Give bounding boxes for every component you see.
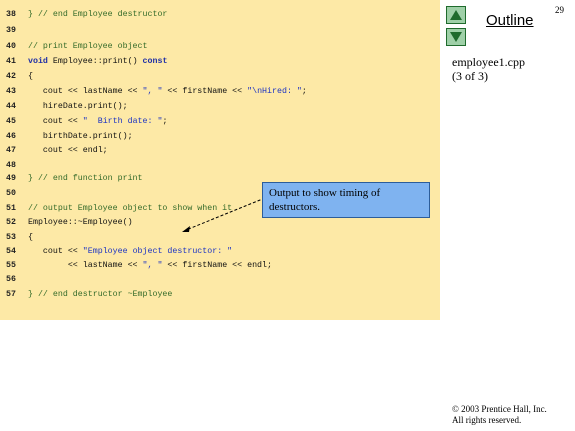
code-token: ; bbox=[162, 117, 168, 126]
line-number: 42 bbox=[6, 72, 16, 81]
code-line: 45 cout << " Birth date: "; bbox=[0, 115, 440, 129]
code-token: ; bbox=[301, 87, 307, 96]
code-line: 52 Employee::~Employee() bbox=[0, 216, 440, 230]
code-line: 43 cout << lastName << ", " << firstName… bbox=[0, 85, 440, 99]
triangle-up-icon bbox=[450, 10, 462, 20]
code-line: 46 birthDate.print(); bbox=[0, 130, 440, 144]
code-text: // print Employee object bbox=[28, 40, 148, 54]
line-number: 49 bbox=[6, 174, 16, 183]
slide-number: 29 bbox=[555, 5, 564, 15]
code-token: Employee::print() bbox=[47, 57, 143, 66]
callout-text: Output to show timing of destructors. bbox=[269, 187, 381, 213]
file-name: employee1.cpp bbox=[452, 55, 525, 69]
code-text: // output Employee object to show when i… bbox=[28, 202, 232, 216]
code-text: cout << " Birth date: "; bbox=[28, 115, 168, 129]
line-number: 46 bbox=[6, 132, 16, 141]
line-number: 54 bbox=[6, 247, 16, 256]
code-token: } // end Employee destructor bbox=[28, 10, 168, 19]
code-text: { bbox=[28, 70, 33, 84]
outline-title[interactable]: Outline bbox=[486, 12, 534, 29]
line-number: 51 bbox=[6, 204, 16, 213]
code-text: cout << "Employee object destructor: " bbox=[28, 245, 232, 259]
line-number: 43 bbox=[6, 87, 16, 96]
code-token: } // end destructor ~Employee bbox=[28, 290, 173, 299]
code-line: 55 << lastName << ", " << firstName << e… bbox=[0, 259, 440, 273]
code-line: 47 cout << endl; bbox=[0, 144, 440, 158]
code-token: { bbox=[28, 72, 33, 81]
line-number: 45 bbox=[6, 117, 16, 126]
code-text: } // end destructor ~Employee bbox=[28, 288, 172, 302]
code-text: Employee::~Employee() bbox=[28, 216, 133, 230]
code-text: } // end Employee destructor bbox=[28, 8, 167, 22]
code-text: void Employee::print() const bbox=[28, 55, 167, 69]
line-number: 53 bbox=[6, 233, 16, 242]
code-token: << firstName << endl; bbox=[162, 261, 272, 270]
line-number: 57 bbox=[6, 290, 16, 299]
code-token: cout << endl; bbox=[28, 146, 108, 155]
line-number: 44 bbox=[6, 102, 16, 111]
line-number: 39 bbox=[6, 26, 16, 35]
copyright: © 2003 Prentice Hall, Inc. All rights re… bbox=[452, 404, 547, 426]
code-token: << firstName << bbox=[162, 87, 248, 96]
code-panel: 38 } // end Employee destructor 39 40 // pri… bbox=[0, 0, 440, 320]
copyright-line-2: All rights reserved. bbox=[452, 415, 522, 425]
code-line: 57 } // end destructor ~Employee bbox=[0, 288, 440, 302]
code-token: cout << bbox=[28, 117, 83, 126]
code-line: 38 } // end Employee destructor bbox=[0, 8, 440, 22]
code-text: cout << endl; bbox=[28, 144, 108, 158]
code-token: } // end function print bbox=[28, 174, 143, 183]
code-text: cout << lastName << ", " << firstName <<… bbox=[28, 85, 307, 99]
code-line: 54 cout << "Employee object destructor: … bbox=[0, 245, 440, 259]
code-text: birthDate.print(); bbox=[28, 130, 133, 144]
code-text: << lastName << ", " << firstName << endl… bbox=[28, 259, 272, 273]
code-token: << lastName << bbox=[28, 261, 143, 270]
code-line: 44 hireDate.print(); bbox=[0, 100, 440, 114]
line-number: 40 bbox=[6, 42, 16, 51]
line-number: 56 bbox=[6, 275, 16, 284]
code-token: ", " bbox=[142, 87, 163, 96]
code-token: const bbox=[142, 57, 168, 66]
line-number: 38 bbox=[6, 10, 16, 19]
code-token: birthDate.print(); bbox=[28, 132, 133, 141]
line-number: 50 bbox=[6, 189, 16, 198]
code-text: hireDate.print(); bbox=[28, 100, 128, 114]
code-token: { bbox=[28, 233, 33, 242]
code-token: "Employee object destructor: " bbox=[82, 247, 233, 256]
triangle-down-icon bbox=[450, 32, 462, 42]
line-number: 55 bbox=[6, 261, 16, 270]
copyright-line-1: © 2003 Prentice Hall, Inc. bbox=[452, 404, 547, 414]
code-text: } // end function print bbox=[28, 172, 143, 186]
code-line: 40 // print Employee object bbox=[0, 40, 440, 54]
outline-up-button[interactable] bbox=[446, 6, 466, 24]
code-token: hireDate.print(); bbox=[28, 102, 128, 111]
code-token: " Birth date: " bbox=[82, 117, 163, 126]
line-number: 52 bbox=[6, 218, 16, 227]
code-line: 42 { bbox=[0, 70, 440, 84]
line-number: 48 bbox=[6, 161, 16, 170]
code-token: void bbox=[28, 57, 48, 66]
code-line: 56 bbox=[0, 273, 440, 287]
code-text: { bbox=[28, 231, 33, 245]
code-token: cout << lastName << bbox=[28, 87, 143, 96]
code-token: cout << bbox=[28, 247, 83, 256]
callout-box: Output to show timing of destructors. bbox=[262, 182, 430, 218]
code-line: 39 bbox=[0, 24, 440, 38]
code-line: 48 bbox=[0, 159, 440, 173]
code-token: "\nHired: " bbox=[247, 87, 302, 96]
code-token: // output Employee object to show when i… bbox=[28, 204, 233, 213]
line-number: 47 bbox=[6, 146, 16, 155]
code-token: ", " bbox=[142, 261, 163, 270]
outline-down-button[interactable] bbox=[446, 28, 466, 46]
code-line: 41 void Employee::print() const bbox=[0, 55, 440, 69]
code-token: // print Employee object bbox=[28, 42, 148, 51]
line-number: 41 bbox=[6, 57, 16, 66]
code-token: Employee::~Employee() bbox=[28, 218, 133, 227]
file-label: employee1.cpp (3 of 3) bbox=[452, 55, 525, 83]
code-line: 53 { bbox=[0, 231, 440, 245]
file-part: (3 of 3) bbox=[452, 69, 488, 83]
